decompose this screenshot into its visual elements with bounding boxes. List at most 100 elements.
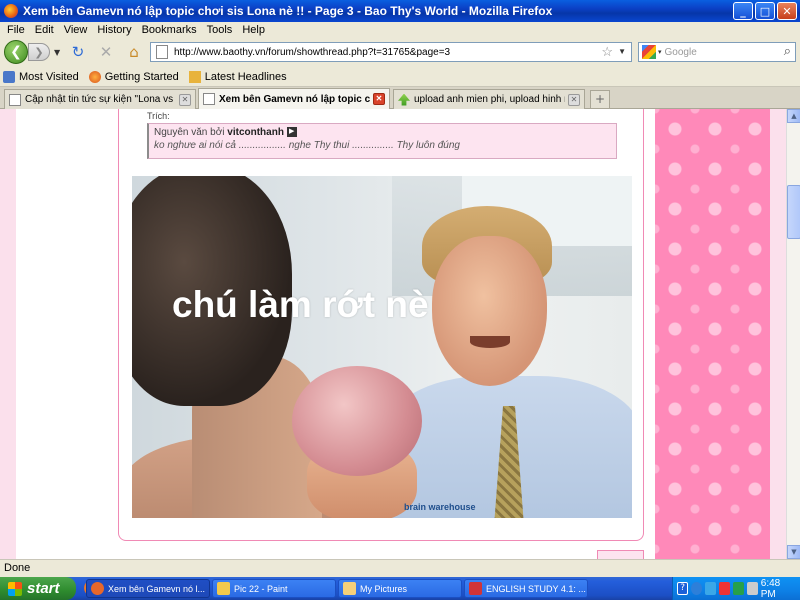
post-image[interactable]: chú làm rớt nè brain warehouse [132, 176, 632, 518]
task-label: My Pictures [360, 583, 408, 594]
search-icon[interactable]: ⌕ [784, 43, 791, 59]
image-logo: brain warehouse [404, 502, 476, 512]
search-engine-dropdown-icon[interactable]: ▾ [658, 48, 662, 56]
update-icon[interactable] [732, 582, 744, 595]
bookmarks-toolbar: Most Visited Getting Started Latest Head… [0, 67, 800, 87]
bookmark-label: Most Visited [19, 70, 79, 83]
back-forward-group: ❮ ❯ ▼ [4, 40, 62, 64]
status-text: Done [4, 562, 31, 574]
maximize-button[interactable]: □ [755, 2, 775, 20]
tab-upload[interactable]: upload anh mien phi, upload hinh mien ..… [393, 89, 585, 109]
network-icon[interactable] [691, 582, 703, 595]
reload-icon[interactable]: ↻ [68, 42, 88, 62]
scroll-down-arrow-icon[interactable]: ▼ [787, 545, 800, 559]
scroll-up-arrow-icon[interactable]: ▲ [787, 109, 800, 123]
bookmark-star-icon[interactable]: ☆ [601, 44, 613, 60]
vertical-scrollbar[interactable]: ▲ ▼ [786, 109, 800, 559]
view-post-icon[interactable]: ▶ [286, 127, 297, 138]
tab-close-icon[interactable]: ✕ [373, 93, 385, 105]
page-icon [9, 93, 21, 106]
task-label: ENGLISH STUDY 4.1: ... [486, 583, 586, 594]
stop-icon[interactable]: ✕ [96, 42, 116, 62]
window-title: Xem bên Gamevn nó lập topic chơi sis Lon… [23, 4, 553, 18]
menu-help[interactable]: Help [237, 24, 270, 36]
rss-folder-icon [188, 70, 201, 83]
bookmark-getting-started[interactable]: Getting Started [88, 70, 179, 83]
history-dropdown-icon[interactable]: ▼ [54, 48, 60, 57]
page-icon [156, 45, 168, 59]
tab-close-icon[interactable]: ✕ [568, 93, 580, 106]
window-title-bar[interactable]: Xem bên Gamevn nó lập topic chơi sis Lon… [0, 0, 800, 22]
new-tab-button[interactable]: + [590, 90, 610, 108]
tab-label: Cập nhật tin tức sự kiện "Lona vs Lenk..… [25, 94, 176, 105]
image-brain [292, 366, 422, 476]
menu-view[interactable]: View [59, 24, 93, 36]
left-border [0, 109, 16, 559]
search-bar[interactable]: ▾ Google ⌕ [638, 42, 796, 62]
taskbar: start Xem bên Gamevn nó l... Pic 22 - Pa… [0, 577, 800, 600]
task-label: Pic 22 - Paint [234, 583, 288, 594]
start-label: start [27, 580, 60, 597]
task-firefox[interactable]: Xem bên Gamevn nó l... [86, 579, 210, 598]
task-english-study[interactable]: ENGLISH STUDY 4.1: ... [464, 579, 588, 598]
bookmarks-icon [3, 70, 15, 83]
google-icon[interactable] [642, 45, 656, 59]
image-caption: chú làm rớt nè [172, 284, 429, 325]
help-icon[interactable]: ? [677, 582, 689, 595]
quote-prefix: Nguyên văn bởi [154, 127, 225, 138]
tab-close-icon[interactable]: ✕ [179, 93, 191, 106]
minimize-button[interactable]: _ [733, 2, 753, 20]
window-controls: _ □ ✕ [733, 2, 797, 20]
tab-label: upload anh mien phi, upload hinh mien ..… [414, 94, 565, 105]
close-button[interactable]: ✕ [777, 2, 797, 20]
folder-icon [343, 582, 356, 595]
upload-arrow-icon [398, 93, 410, 106]
post-footer-tab [597, 550, 644, 559]
bookmark-label: Latest Headlines [204, 70, 287, 83]
scroll-thumb[interactable] [787, 185, 800, 239]
quote-label: Trích: [147, 111, 170, 121]
quote-box: Nguyên văn bởi vitconthanh ▶ ko nghưe ai… [147, 123, 617, 159]
tab-lona-news[interactable]: Cập nhật tin tức sự kiện "Lona vs Lenk..… [4, 89, 196, 109]
app-icon [469, 582, 482, 595]
bookmark-latest-headlines[interactable]: Latest Headlines [188, 70, 287, 83]
task-my-pictures[interactable]: My Pictures [338, 579, 462, 598]
menu-bar: File Edit View History Bookmarks Tools H… [0, 22, 800, 38]
menu-bookmarks[interactable]: Bookmarks [137, 24, 202, 36]
security-icon[interactable] [719, 582, 730, 595]
back-button[interactable]: ❮ [4, 40, 28, 64]
tab-label: Xem bên Gamevn nó lập topic ch... [219, 93, 370, 105]
url-bar[interactable]: http://www.baothy.vn/forum/showthread.ph… [150, 42, 632, 62]
clock: 6:48 PM [760, 577, 781, 600]
menu-tools[interactable]: Tools [202, 24, 238, 36]
page-content: Trích: Nguyên văn bởi vitconthanh ▶ ko n… [0, 109, 786, 559]
forward-button[interactable]: ❯ [28, 43, 50, 61]
navigation-toolbar: ❮ ❯ ▼ ↻ ✕ ⌂ http://www.baothy.vn/forum/s… [0, 38, 800, 67]
menu-history[interactable]: History [92, 24, 136, 36]
firefox-icon [91, 582, 104, 595]
messenger-icon[interactable] [705, 582, 717, 595]
image-man-face [432, 236, 547, 386]
firefox-icon [88, 70, 101, 83]
volume-icon[interactable] [746, 582, 758, 595]
firefox-icon [4, 4, 18, 18]
bookmark-label: Getting Started [104, 70, 179, 83]
floral-background [655, 109, 770, 559]
search-input[interactable]: Google [665, 47, 697, 58]
status-bar: Done [0, 559, 800, 577]
menu-file[interactable]: File [2, 24, 30, 36]
paint-icon [217, 582, 230, 595]
tab-gamevn[interactable]: Xem bên Gamevn nó lập topic ch... ✕ [198, 88, 390, 109]
bookmark-most-visited[interactable]: Most Visited [3, 70, 79, 83]
start-button[interactable]: start [0, 577, 76, 600]
quote-header: Nguyên văn bởi vitconthanh ▶ [154, 127, 611, 138]
right-border [770, 109, 786, 559]
menu-edit[interactable]: Edit [30, 24, 59, 36]
quote-author[interactable]: vitconthanh [227, 127, 284, 138]
task-paint[interactable]: Pic 22 - Paint [212, 579, 336, 598]
home-icon[interactable]: ⌂ [124, 42, 144, 62]
url-text[interactable]: http://www.baothy.vn/forum/showthread.ph… [174, 47, 450, 58]
url-dropdown-icon[interactable]: ▼ [618, 47, 626, 56]
windows-logo-icon [8, 581, 22, 596]
system-tray: ? 6:48 PM [672, 577, 800, 600]
